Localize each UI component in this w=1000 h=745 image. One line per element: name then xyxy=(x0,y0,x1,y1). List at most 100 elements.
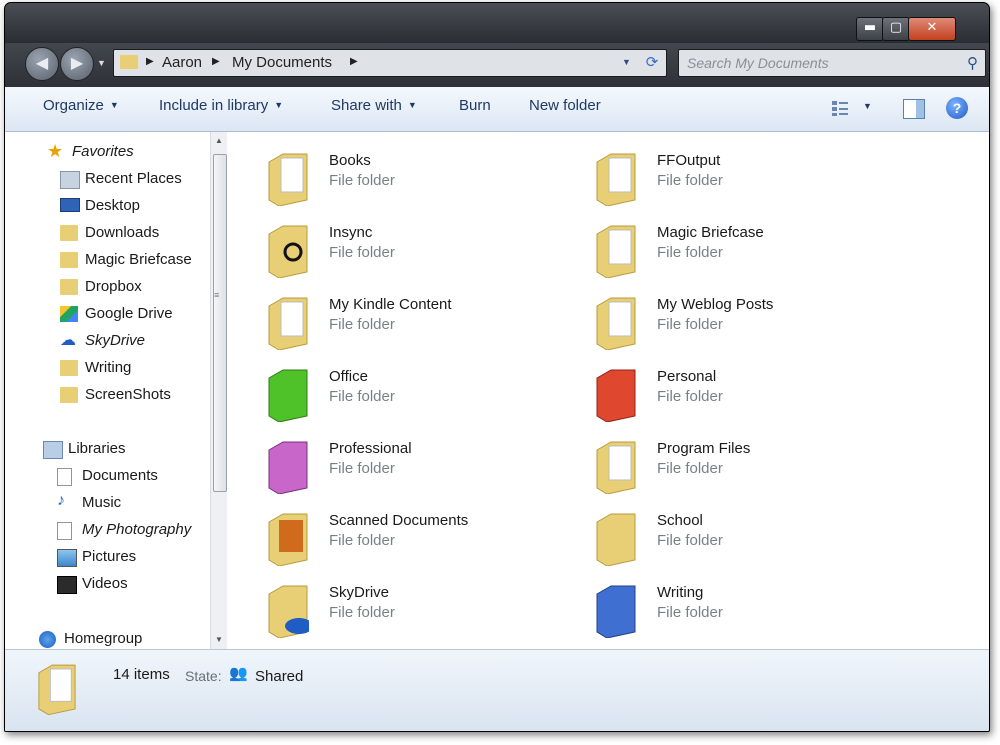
sidebar-item-label: Videos xyxy=(82,575,128,592)
file-name: Insync xyxy=(329,224,373,241)
search-icon[interactable]: ⚲ xyxy=(967,54,978,72)
breadcrumb-separator[interactable]: ▶ xyxy=(350,56,358,67)
list-item[interactable]: Insync File folder xyxy=(267,220,567,282)
close-button[interactable]: ✕ xyxy=(908,17,956,41)
sidebar-item-label: Downloads xyxy=(85,224,160,241)
list-item[interactable]: Personal File folder xyxy=(595,364,895,426)
file-type: File folder xyxy=(657,388,723,405)
list-item[interactable]: Books File folder xyxy=(267,148,567,210)
music-note-icon: ♪ xyxy=(57,492,65,509)
folder-icon xyxy=(596,441,636,494)
desktop-icon xyxy=(60,198,80,212)
file-name: Office xyxy=(329,368,368,385)
file-name: Writing xyxy=(657,584,704,601)
file-name: My Weblog Posts xyxy=(657,296,774,313)
include-in-library-label: Include in library xyxy=(159,97,269,114)
downloads-folder-icon xyxy=(60,225,78,241)
help-icon[interactable]: ? xyxy=(946,97,968,119)
folder-icon xyxy=(60,360,78,376)
breadcrumb-separator[interactable]: ▶ xyxy=(212,56,220,67)
scrollbar-thumb[interactable] xyxy=(213,154,227,492)
list-item[interactable]: School File folder xyxy=(595,508,895,570)
grip-icon: ≡ xyxy=(214,290,220,300)
scroll-up-arrow-icon[interactable]: ▲ xyxy=(215,136,223,145)
file-list: Books File folder FFOutput File folder I… xyxy=(227,132,989,649)
file-type: File folder xyxy=(657,532,723,549)
list-item[interactable]: SkyDrive File folder xyxy=(267,580,567,642)
sidebar-scrollbar[interactable]: ▲ ≡ ▼ xyxy=(210,132,228,649)
folder-icon xyxy=(596,369,636,422)
state-label: State: xyxy=(185,668,222,684)
file-name: FFOutput xyxy=(657,152,721,169)
file-name: SkyDrive xyxy=(329,584,390,601)
back-button[interactable]: ◀ xyxy=(25,47,59,81)
recent-places-icon xyxy=(60,171,80,189)
burn-button[interactable]: Burn xyxy=(459,97,491,114)
folder-icon xyxy=(268,441,308,494)
refresh-icon[interactable]: ⟳ xyxy=(640,51,664,75)
sidebar-item-label: Pictures xyxy=(82,548,137,565)
forward-button[interactable]: ▶ xyxy=(60,47,94,81)
share-with-label: Share with xyxy=(331,97,402,114)
cloud-icon: ☁ xyxy=(60,332,76,349)
documents-icon xyxy=(57,522,72,540)
file-type: File folder xyxy=(329,172,395,189)
recent-pages-dropdown[interactable]: ▼ xyxy=(97,58,106,68)
folder-icon xyxy=(268,513,308,566)
organize-button[interactable]: Organize ▼ xyxy=(43,97,119,114)
folder-icon xyxy=(268,153,308,206)
breadcrumb-aaron[interactable]: Aaron xyxy=(162,54,202,71)
file-type: File folder xyxy=(329,244,395,261)
list-item[interactable]: Scanned Documents File folder xyxy=(267,508,567,570)
list-item[interactable]: Writing File folder xyxy=(595,580,895,642)
list-item[interactable]: Professional File folder xyxy=(267,436,567,498)
maximize-button[interactable]: ▢ xyxy=(882,17,910,41)
include-in-library-button[interactable]: Include in library ▼ xyxy=(159,97,283,114)
file-type: File folder xyxy=(329,460,395,477)
list-item[interactable]: Office File folder xyxy=(267,364,567,426)
google-drive-icon xyxy=(60,306,78,322)
organize-label: Organize xyxy=(43,97,104,114)
sidebar-item-label: ScreenShots xyxy=(85,386,171,403)
new-folder-button[interactable]: New folder xyxy=(529,97,601,114)
address-bar[interactable]: ▶ Aaron ▶ My Documents ▶ ▼ ⟳ xyxy=(113,49,667,77)
folder-icon xyxy=(268,225,308,278)
address-dropdown-icon[interactable]: ▼ xyxy=(622,57,631,67)
chevron-down-icon: ▼ xyxy=(274,100,284,110)
file-name: Program Files xyxy=(657,440,751,457)
status-bar: 14 items State: 👥 Shared xyxy=(5,649,989,731)
explorer-window: ▬ ▢ ✕ ◀ ▶ ▼ ▶ Aaron ▶ My Documents ▶ ▼ ⟳… xyxy=(4,2,990,732)
list-item[interactable]: My Kindle Content File folder xyxy=(267,292,567,354)
file-type: File folder xyxy=(329,532,395,549)
sidebar-item-label: Google Drive xyxy=(85,305,173,322)
scroll-down-arrow-icon[interactable]: ▼ xyxy=(215,635,223,644)
shared-users-icon: 👥 xyxy=(229,665,248,682)
change-view-icon[interactable] xyxy=(831,99,849,117)
list-item[interactable]: My Weblog Posts File folder xyxy=(595,292,895,354)
file-type: File folder xyxy=(657,172,723,189)
breadcrumb-my-documents[interactable]: My Documents xyxy=(232,54,332,71)
folder-icon xyxy=(120,55,138,69)
sidebar-item-label: Favorites xyxy=(72,143,134,160)
minimize-button[interactable]: ▬ xyxy=(856,17,884,41)
file-name: Scanned Documents xyxy=(329,512,469,529)
sidebar-item-label: Dropbox xyxy=(85,278,142,295)
list-item[interactable]: Program Files File folder xyxy=(595,436,895,498)
share-with-button[interactable]: Share with ▼ xyxy=(331,97,417,114)
list-item[interactable]: FFOutput File folder xyxy=(595,148,895,210)
folder-icon xyxy=(596,297,636,350)
views-dropdown-icon[interactable]: ▼ xyxy=(863,101,872,111)
folder-icon xyxy=(596,225,636,278)
file-type: File folder xyxy=(657,244,723,261)
sidebar-item-label: Music xyxy=(82,494,122,511)
list-item[interactable]: Magic Briefcase File folder xyxy=(595,220,895,282)
documents-icon xyxy=(57,468,72,486)
breadcrumb-separator[interactable]: ▶ xyxy=(146,56,154,67)
title-bar: ▬ ▢ ✕ xyxy=(5,3,989,43)
homegroup-icon xyxy=(39,631,56,648)
film-icon xyxy=(57,576,77,594)
search-input[interactable]: Search My Documents ⚲ xyxy=(678,49,986,77)
preview-pane-icon[interactable] xyxy=(903,99,925,119)
file-name: School xyxy=(657,512,703,529)
chevron-down-icon: ▼ xyxy=(407,100,417,110)
